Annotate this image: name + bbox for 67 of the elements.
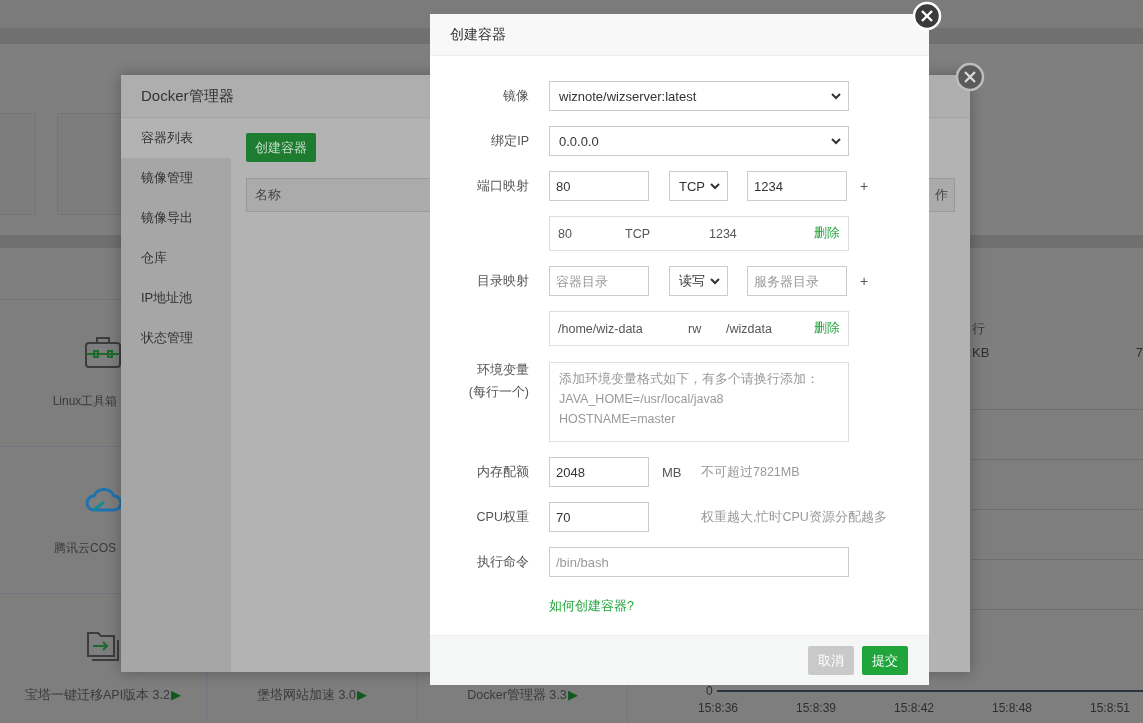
entry-text: 80 xyxy=(558,226,573,241)
field-label: 执行命令 xyxy=(477,553,529,571)
table-cell: KB xyxy=(972,345,990,360)
column-header: 作 xyxy=(935,186,948,204)
add-button[interactable]: + xyxy=(860,178,869,194)
field-label: (每行一个) xyxy=(468,384,529,401)
field-label: 目录映射 xyxy=(477,272,529,290)
input-field[interactable]: /bin/bash xyxy=(549,547,849,577)
field-label: 端口映射 xyxy=(477,177,529,195)
mode-select[interactable]: 读写 xyxy=(669,266,728,296)
field-label: CPU权重 xyxy=(476,508,529,526)
input-field[interactable]: 服务器目录 xyxy=(747,266,847,296)
axis-label: 15:8:39 xyxy=(796,701,838,715)
unit-label: MB xyxy=(662,464,683,480)
image-select[interactable]: wiznote/wizserver:latest xyxy=(549,81,849,111)
delete-link[interactable]: 删除 xyxy=(814,225,840,242)
plugin-name[interactable]: 堡塔网站加速 3.0▶ xyxy=(257,687,367,704)
column-header: 行 xyxy=(972,321,986,338)
entry-text: /home/wiz-data xyxy=(558,321,644,336)
axis-label: 0 xyxy=(706,684,713,698)
input-field[interactable]: 容器目录 xyxy=(549,266,649,296)
axis-label: 15:8:48 xyxy=(992,701,1034,715)
add-button[interactable]: + xyxy=(860,273,869,289)
entry-text: TCP xyxy=(625,226,651,241)
axis-label: 15:8:51 xyxy=(1090,701,1131,715)
protocol-select[interactable]: TCP xyxy=(669,171,728,201)
hint-text: 不可超过7821MB xyxy=(701,463,800,481)
hint-text: 权重越大,忙时CPU资源分配越多 xyxy=(701,508,887,526)
input-field[interactable]: 1234 xyxy=(747,171,847,201)
plugin-name[interactable]: Docker管理器 3.3▶ xyxy=(467,687,578,704)
play-arrow-icon: ▶ xyxy=(567,688,578,702)
entry-text: 1234 xyxy=(709,226,738,241)
text-area[interactable]: 添加环境变量格式如下，有多个请换行添加： JAVA_HOME=/usr/local/java8 HOSTNAME=master xyxy=(549,362,849,442)
sidebar-item[interactable]: 仓库 xyxy=(121,238,231,278)
input-field[interactable]: 80 xyxy=(549,171,649,201)
field-label: 绑定IP xyxy=(491,132,529,150)
axis-label: 15:8:36 xyxy=(698,701,740,715)
caret-icon xyxy=(830,136,842,146)
play-arrow-icon: ▶ xyxy=(356,688,367,702)
caret-icon xyxy=(709,181,721,191)
field-label: 环境变量 xyxy=(477,362,529,379)
play-arrow-icon: ▶ xyxy=(171,688,181,702)
caret-icon xyxy=(709,276,721,286)
caret-icon xyxy=(830,91,842,101)
axis-label: 15:8:42 xyxy=(894,701,936,715)
submit-button[interactable]: 提交 xyxy=(862,646,908,675)
delete-link[interactable]: 删除 xyxy=(814,320,840,337)
input-field[interactable]: 2048 xyxy=(549,457,649,487)
close-icon[interactable] xyxy=(955,62,985,92)
column-header: 名称 xyxy=(255,186,281,204)
help-link[interactable]: 如何创建容器? xyxy=(549,597,634,615)
plugin-name[interactable]: 腾讯云COS xyxy=(54,540,116,557)
create-button[interactable]: 创建容器 xyxy=(246,133,316,162)
sidebar-item[interactable]: IP地址池 xyxy=(121,278,231,318)
input-field[interactable]: 70 xyxy=(549,502,649,532)
sidebar-item[interactable]: 镜像导出 xyxy=(121,198,231,238)
ip-select[interactable]: 0.0.0.0 xyxy=(549,126,849,156)
sidebar-item[interactable]: 镜像管理 xyxy=(121,158,231,198)
sidebar-item[interactable]: 状态管理 xyxy=(121,318,231,358)
table-cell: 7 xyxy=(1135,345,1143,360)
field-label: 内存配额 xyxy=(477,463,529,481)
field-label: 镜像 xyxy=(503,87,529,105)
entry-text: rw xyxy=(688,321,703,336)
sidebar-item[interactable]: 容器列表 xyxy=(121,118,231,158)
entry-text: /wizdata xyxy=(726,321,773,336)
plugin-name[interactable]: Linux工具箱 xyxy=(52,393,118,410)
dialog-title: 创建容器 xyxy=(430,14,929,56)
